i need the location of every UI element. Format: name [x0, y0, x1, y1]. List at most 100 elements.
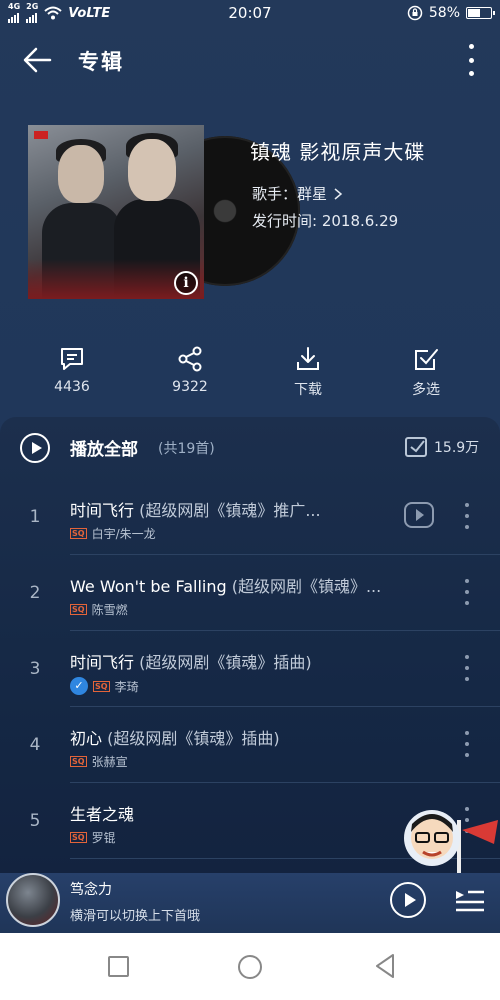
signal-4g: 4G [8, 3, 20, 23]
track-name: We Won't be Falling [70, 577, 227, 596]
track-name: 时间飞行 [70, 501, 135, 520]
arrow-left-icon [23, 47, 52, 73]
track-row[interactable]: 1 时间飞行 (超级网剧《镇魂》推广... SQ 白宇/朱一龙 [0, 479, 500, 555]
status-right: 58% [407, 5, 495, 21]
sq-quality-badge: SQ [70, 832, 87, 843]
track-number: 5 [29, 811, 41, 831]
sq-quality-badge: SQ [70, 756, 87, 767]
track-artist: 张赫宣 [91, 755, 128, 769]
signal-2g: 2G [26, 3, 38, 23]
track-name: 生者之魂 [70, 805, 135, 824]
share-button[interactable]: 9322 [140, 345, 240, 395]
track-row[interactable]: 3 时间飞行 (超级网剧《镇魂》插曲) ✓ SQ 李琦 [0, 631, 500, 707]
track-more-button[interactable] [464, 503, 470, 529]
multi-select-label: 多选 [412, 382, 440, 398]
more-vertical-icon [465, 590, 469, 594]
now-playing-art[interactable] [6, 873, 60, 927]
more-vertical-icon [465, 579, 469, 583]
action-bar: 4436 9322 下载 多选 [0, 345, 500, 405]
track-title: 时间飞行 (超级网剧《镇魂》推广... [70, 497, 321, 521]
system-nav-bar [0, 933, 500, 1000]
track-number: 2 [29, 583, 41, 603]
home-button[interactable] [238, 955, 262, 979]
track-subtitle: (超级网剧《镇魂》... [226, 577, 382, 596]
track-more-button[interactable] [464, 731, 470, 757]
track-title: We Won't be Falling (超级网剧《镇魂》... [70, 573, 381, 597]
track-artist: 罗锟 [91, 831, 116, 845]
track-more-button[interactable] [464, 579, 470, 605]
more-vertical-icon [465, 525, 469, 529]
more-vertical-icon [465, 503, 469, 507]
recents-button[interactable] [108, 956, 129, 977]
more-vertical-icon [465, 731, 469, 735]
track-title: 时间飞行 (超级网剧《镇魂》插曲) [70, 649, 312, 673]
track-number: 1 [29, 507, 41, 527]
mini-play-button[interactable] [390, 882, 426, 918]
battery-percent: 58% [428, 5, 460, 21]
more-vertical-icon [465, 514, 469, 518]
comment-count: 4436 [54, 379, 90, 395]
favorite-check-icon[interactable] [405, 437, 427, 457]
back-button[interactable] [20, 44, 56, 76]
downloaded-check-icon: ✓ [70, 677, 88, 695]
track-subtitle: (超级网剧《镇魂》插曲) [102, 729, 280, 748]
header: 专辑 [0, 36, 500, 84]
more-button[interactable] [466, 44, 476, 76]
share-count: 9322 [172, 379, 208, 395]
favorite-count: 15.9万 [434, 440, 480, 456]
more-vertical-icon [465, 655, 469, 659]
artist-label: 歌手：群星 [252, 185, 328, 203]
track-meta: ✓ SQ 李琦 [70, 677, 139, 695]
more-vertical-icon [468, 44, 474, 49]
track-number: 3 [29, 659, 41, 679]
net-2g-label: 2G [26, 2, 39, 11]
mini-player[interactable]: 笃念力 横滑可以切换上下首哦 [0, 873, 500, 933]
more-vertical-icon [465, 601, 469, 605]
track-name: 初心 [70, 729, 103, 748]
track-meta: SQ 张赫宣 [70, 753, 128, 770]
artist-link[interactable]: 歌手：群星 [252, 183, 343, 204]
track-number: 4 [29, 735, 41, 755]
info-icon[interactable]: i [174, 271, 198, 295]
play-circle-icon [20, 433, 50, 463]
sq-quality-badge: SQ [70, 604, 87, 615]
net-4g-label: 4G [8, 2, 21, 11]
track-name: 时间飞行 [70, 653, 135, 672]
rotation-lock-icon [407, 5, 423, 21]
download-label: 下载 [294, 382, 322, 398]
sq-quality-badge: SQ [70, 528, 87, 539]
signal-icon [8, 11, 19, 23]
play-all-row[interactable]: 播放全部 (共19首) 15.9万 [0, 417, 500, 479]
track-row[interactable]: 2 We Won't be Falling (超级网剧《镇魂》... SQ 陈雪燃 [0, 555, 500, 631]
wifi-icon [44, 6, 62, 20]
cover-logo [34, 131, 48, 139]
comment-button[interactable]: 4436 [22, 345, 122, 395]
track-more-button[interactable] [464, 655, 470, 681]
mv-play-icon[interactable] [404, 502, 434, 528]
sq-quality-badge: SQ [93, 680, 110, 692]
download-button[interactable]: 下载 [258, 345, 358, 399]
play-all-label: 播放全部 [70, 440, 138, 460]
status-bar: 4G 2G VoLTE 20:07 58% [0, 0, 500, 26]
track-row[interactable]: 4 初心 (超级网剧《镇魂》插曲) SQ 张赫宣 [0, 707, 500, 783]
track-artist: 白宇/朱一龙 [91, 527, 156, 541]
comment-icon [61, 348, 83, 370]
nav-back-button[interactable] [373, 953, 397, 979]
swipe-hint: 横滑可以切换上下首哦 [70, 909, 201, 924]
track-subtitle: (超级网剧《镇魂》推广... [134, 501, 321, 520]
track-artist: 陈雪燃 [91, 603, 128, 617]
volte-label: VoLTE [68, 5, 111, 21]
multi-select-button[interactable]: 多选 [376, 345, 476, 399]
track-title: 初心 (超级网剧《镇魂》插曲) [70, 725, 280, 749]
now-playing-title: 笃念力 [70, 882, 112, 898]
track-count: (共19首) [158, 441, 215, 457]
track-artist: 李琦 [114, 679, 139, 694]
download-icon [297, 347, 319, 370]
playlist-button[interactable] [454, 886, 486, 914]
more-vertical-icon [465, 742, 469, 746]
share-icon [178, 346, 202, 372]
track-meta: SQ 陈雪燃 [70, 601, 128, 618]
check-icon [410, 440, 425, 453]
track-subtitle: (超级网剧《镇魂》插曲) [134, 653, 312, 672]
multi-select-icon [415, 349, 438, 370]
